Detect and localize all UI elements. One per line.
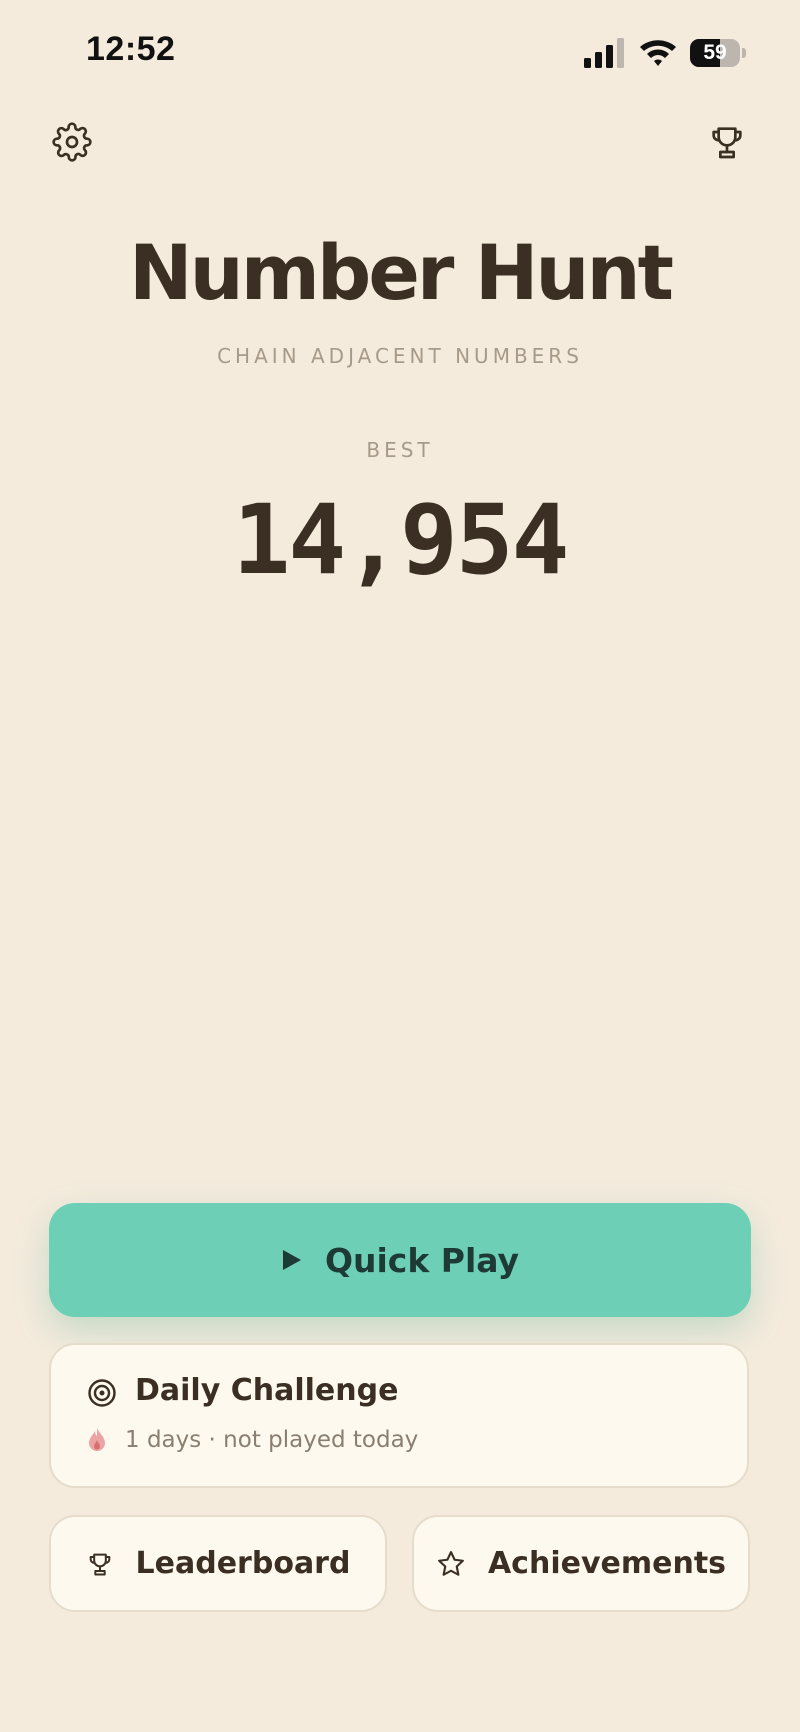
battery-cap xyxy=(742,48,746,58)
trophy-icon xyxy=(89,1553,110,1575)
settings-button[interactable] xyxy=(48,118,96,166)
trophy-button[interactable] xyxy=(703,118,751,166)
star-icon xyxy=(438,1550,464,1576)
daily-challenge-streak-text: 1 days · not played today xyxy=(125,1427,419,1453)
app-subtitle: CHAIN ADJACENT NUMBERS xyxy=(217,344,583,368)
leaderboard-button[interactable]: Leaderboard xyxy=(49,1515,387,1612)
battery-body: 59 xyxy=(690,39,740,67)
daily-challenge-title: Daily Challenge xyxy=(135,1373,399,1408)
best-score-value: 14,954 xyxy=(232,484,570,596)
target-icon xyxy=(88,1379,116,1407)
flame-icon xyxy=(89,1428,105,1451)
trophy-icon xyxy=(712,127,742,159)
leaderboard-label: Leaderboard xyxy=(135,1546,351,1581)
quick-play-label: Quick Play xyxy=(324,1240,520,1280)
battery-level: 59 xyxy=(703,41,727,64)
cellular-signal-icon xyxy=(584,38,624,68)
gear-icon xyxy=(52,122,92,162)
app-title: Number Hunt xyxy=(129,228,674,317)
battery-indicator: 59 xyxy=(690,39,746,67)
daily-challenge-status: 1 days · not played today xyxy=(87,1427,418,1453)
best-score-label: BEST xyxy=(366,438,434,462)
achievements-label: Achievements xyxy=(487,1546,727,1581)
status-bar: 12:52 59 xyxy=(0,0,800,100)
daily-challenge-card[interactable]: Daily Challenge 1 days · not played toda… xyxy=(49,1343,749,1488)
status-time: 12:52 xyxy=(86,30,176,68)
quick-play-button[interactable]: Quick Play xyxy=(49,1203,751,1317)
play-icon xyxy=(282,1250,301,1270)
achievements-button[interactable]: Achievements xyxy=(412,1515,750,1612)
wifi-icon xyxy=(640,40,676,66)
